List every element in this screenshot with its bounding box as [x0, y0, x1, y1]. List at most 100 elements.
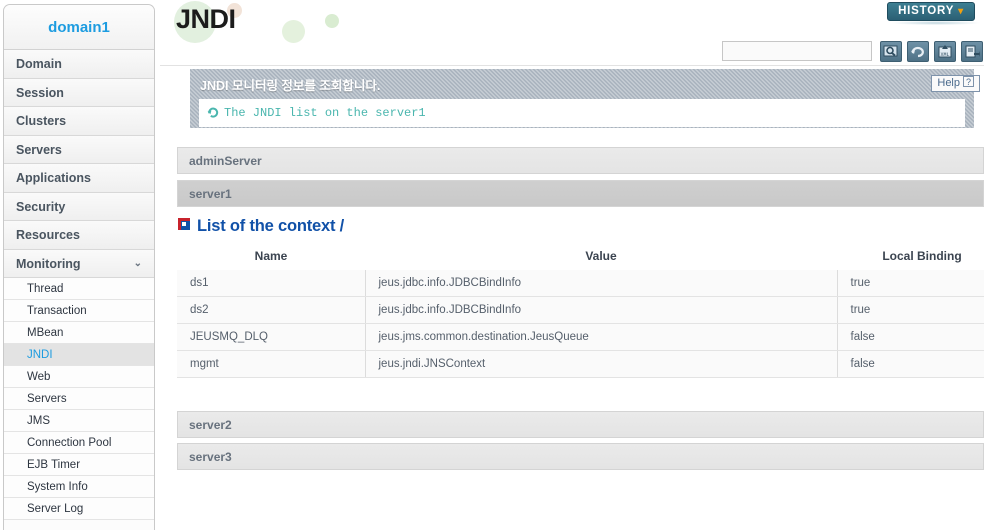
table-body: ds1 jeus.jdbc.info.JDBCBindInfo true ds2 jeu… [177, 268, 984, 378]
sidebar-item-clusters[interactable]: Clusters [4, 107, 154, 136]
jndi-context-table: Name Value Local Binding ds1 jeus.jdbc.in… [177, 243, 984, 378]
sidebar-item-security[interactable]: Security [4, 192, 154, 221]
table-row[interactable]: ds2 jeus.jdbc.info.JDBCBindInfo true [177, 295, 984, 324]
search-input[interactable] [722, 41, 872, 61]
cell-value: jeus.jms.common.destination.JeusQueue [365, 322, 838, 351]
xml-export-icon: XML [938, 45, 952, 58]
sidebar-subitem-system-info[interactable]: System Info [4, 476, 154, 498]
sidebar: domain1 Domain Session Clusters Servers Appl… [3, 4, 155, 530]
decor-circle-small-icon [325, 14, 339, 28]
decor-circle-medium-icon [282, 20, 305, 43]
sidebar-subitem-label: Web [27, 371, 51, 383]
cell-name: ds2 [177, 295, 366, 324]
cell-name: mgmt [177, 349, 366, 378]
cell-local-binding: true [837, 295, 984, 324]
help-button-label: Help [937, 77, 960, 89]
sidebar-subitem-label: JMS [27, 415, 50, 427]
sidebar-item-label: Resources [16, 228, 80, 242]
server-row-label: server1 [189, 187, 232, 201]
cell-local-binding: false [837, 349, 984, 378]
info-banner: JNDI 모니터링 정보를 조회합니다. The JNDI list on th… [190, 69, 974, 128]
cell-local-binding: false [837, 322, 984, 351]
column-header-value[interactable]: Value [365, 243, 837, 270]
chevron-down-icon: ▾ [958, 6, 964, 17]
jeus-admin-console: domain1 Domain Session Clusters Servers Appl… [0, 0, 984, 530]
sidebar-subitem-ejb-timer[interactable]: EJB Timer [4, 454, 154, 476]
sidebar-subitem-servers[interactable]: Servers [4, 388, 154, 410]
search-icon-button[interactable] [880, 41, 902, 62]
cell-name: JEUSMQ_DLQ [177, 322, 366, 351]
domain-title: domain1 [4, 5, 154, 50]
section-title-label: List of the context / [197, 217, 345, 235]
refresh-circle-icon [207, 107, 219, 118]
context-square-icon [178, 218, 190, 230]
sidebar-item-resources[interactable]: Resources [4, 221, 154, 250]
cell-value: jeus.jndi.JNSContext [365, 349, 838, 378]
sidebar-item-applications[interactable]: Applications [4, 164, 154, 193]
cell-value: jeus.jdbc.info.JDBCBindInfo [365, 295, 838, 324]
sidebar-item-label: Applications [16, 171, 92, 185]
sidebar-nav: Domain Session Clusters Servers Applications… [4, 50, 154, 278]
sidebar-item-session[interactable]: Session [4, 78, 154, 107]
sidebar-subitem-label: Servers [27, 393, 67, 405]
refresh-icon-button[interactable] [907, 41, 929, 62]
banner-title: JNDI 모니터링 정보를 조회합니다. [200, 79, 381, 93]
refresh-icon [911, 46, 924, 58]
sidebar-subitem-jms[interactable]: JMS [4, 410, 154, 432]
table-row[interactable]: JEUSMQ_DLQ jeus.jms.common.destination.Je… [177, 322, 984, 351]
help-button[interactable]: Help? [931, 75, 980, 92]
server-row-label: server2 [189, 418, 232, 432]
svg-text:XML: XML [940, 52, 949, 58]
sidebar-item-label: Session [16, 85, 64, 100]
column-header-binding[interactable]: Local Binding [837, 243, 984, 270]
server-row-label: adminServer [189, 154, 262, 168]
sidebar-subitem-label: Thread [27, 283, 64, 295]
xml-export-icon-button[interactable]: XML [934, 41, 956, 62]
sidebar-item-label: Clusters [16, 114, 67, 128]
table-row[interactable]: mgmt jeus.jndi.JNSContext false [177, 349, 984, 378]
sidebar-item-label: Monitoring [16, 256, 81, 271]
page-title: JNDI [176, 4, 236, 34]
sidebar-subitem-label: JNDI [27, 349, 53, 361]
sidebar-subitem-jndi[interactable]: JNDI [4, 344, 154, 366]
banner-message: The JNDI list on the server1 [224, 106, 426, 120]
sidebar-subitem-label: Server Log [27, 503, 84, 515]
question-mark-icon: ? [963, 76, 974, 87]
sidebar-item-domain[interactable]: Domain [4, 50, 154, 79]
server-row-server3[interactable]: server3 [177, 443, 984, 470]
sidebar-subitem-label: EJB Timer [27, 459, 81, 471]
banner-message-box: The JNDI list on the server1 [199, 99, 965, 127]
sidebar-item-monitoring[interactable]: Monitoring ⌄ [4, 249, 154, 278]
history-button[interactable]: HISTORY ▾ [887, 2, 975, 21]
sidebar-subitem-thread[interactable]: Thread [4, 278, 154, 300]
sidebar-subitem-label: Connection Pool [27, 437, 112, 449]
sidebar-item-label: Domain [16, 57, 62, 71]
server-row-server2[interactable]: server2 [177, 411, 984, 438]
cell-name: ds1 [177, 268, 366, 297]
sidebar-subitem-mbean[interactable]: MBean [4, 322, 154, 344]
sidebar-item-label: Servers [16, 142, 62, 157]
cell-local-binding: true [837, 268, 984, 297]
search-icon [883, 45, 898, 57]
sidebar-subitem-transaction[interactable]: Transaction [4, 300, 154, 322]
server-row-adminserver[interactable]: adminServer [177, 147, 984, 174]
server-row-server1[interactable]: server1 [177, 180, 984, 207]
chevron-down-icon: ⌄ [133, 257, 142, 269]
history-button-shadow [892, 21, 980, 25]
table-row[interactable]: ds1 jeus.jdbc.info.JDBCBindInfo true [177, 268, 984, 297]
section-title: List of the context / [178, 217, 344, 236]
sidebar-subitem-web[interactable]: Web [4, 366, 154, 388]
sidebar-submenu: Thread Transaction MBean JNDI Web Servers JMS C… [4, 278, 154, 520]
export-icon [965, 45, 980, 58]
cell-value: jeus.jdbc.info.JDBCBindInfo [365, 268, 838, 297]
column-header-name[interactable]: Name [177, 243, 365, 270]
export-icon-button[interactable] [961, 41, 983, 62]
sidebar-subitem-label: Transaction [27, 305, 87, 317]
table-head: Name Value Local Binding [177, 243, 984, 270]
sidebar-subitem-label: MBean [27, 327, 64, 339]
sidebar-item-servers[interactable]: Servers [4, 135, 154, 164]
sidebar-subitem-connection-pool[interactable]: Connection Pool [4, 432, 154, 454]
history-button-label: HISTORY [898, 5, 955, 17]
table-header-row: Name Value Local Binding [177, 243, 984, 270]
sidebar-subitem-server-log[interactable]: Server Log [4, 498, 154, 520]
